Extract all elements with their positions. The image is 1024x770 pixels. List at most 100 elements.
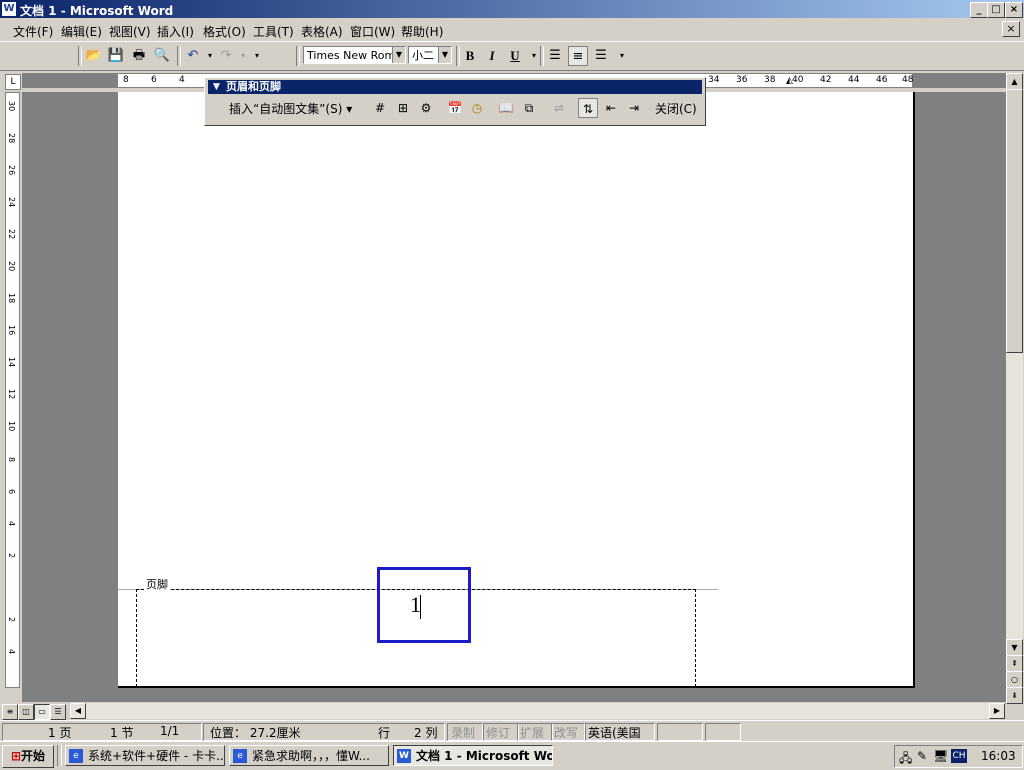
scroll-left-icon[interactable]: ◀ — [70, 703, 86, 719]
restore-button[interactable]: □ — [987, 2, 1005, 18]
vertical-scrollbar[interactable]: ▲ ▼ ⇞ ○ ⇟ — [1006, 73, 1023, 704]
ruler-tick-label: 42 — [820, 75, 832, 85]
outline-view-icon[interactable]: ☰ — [50, 704, 66, 720]
align-justify-icon[interactable]: ☰ — [545, 46, 565, 66]
same-as-previous-icon[interactable]: ⇌ — [549, 98, 569, 118]
ruler-tick-label: 28 — [7, 133, 16, 144]
ime-pen-icon[interactable]: ✎ — [917, 749, 927, 763]
right-indent-marker-icon[interactable]: ◭ — [786, 76, 793, 86]
taskbar-task-word[interactable]: W 文档 1 - Microsoft Word — [393, 745, 553, 766]
menu-tools[interactable]: 工具(T) — [253, 23, 294, 40]
window-title: 文档 1 - Microsoft Word — [20, 4, 174, 18]
header-footer-toolbar: ▼ 页眉和页脚 插入“自动图文集”(S) ▾ # ⊞ ⚙ 📅 ◷ 📖 ⧉ ⇌ ⇅… — [204, 77, 706, 126]
menu-view[interactable]: 视图(V) — [109, 23, 151, 40]
tab-selector-button[interactable]: L — [5, 74, 21, 90]
toolbar-grip[interactable] — [296, 46, 300, 66]
web-layout-view-icon[interactable]: ◫ — [18, 704, 34, 720]
ie-icon: e — [233, 749, 247, 763]
toolbar-caption[interactable]: ▼ 页眉和页脚 — [208, 80, 702, 94]
select-browse-object-icon[interactable]: ○ — [1006, 671, 1023, 688]
switch-header-footer-icon[interactable]: ⇅ — [578, 98, 598, 118]
ruler-tick-label: 20 — [7, 261, 16, 272]
next-page-icon[interactable]: ⇟ — [1006, 687, 1023, 704]
show-next-icon[interactable]: ⇥ — [624, 98, 644, 118]
font-size-combo[interactable]: 小二 ▼ — [408, 46, 452, 64]
scroll-thumb[interactable] — [1006, 89, 1023, 353]
status-trk[interactable]: 修订 — [486, 724, 510, 741]
status-page: 1 页 — [48, 726, 72, 740]
menu-help[interactable]: 帮助(H) — [401, 23, 443, 40]
page-setup-icon[interactable]: 📖 — [496, 98, 516, 118]
start-label: 开始 — [21, 749, 46, 763]
ruler-tick-label: 22 — [7, 229, 16, 240]
toolbar-separator — [540, 46, 544, 66]
taskbar-task-ie-2[interactable]: e 紧急求助啊，，，懂W... — [229, 745, 389, 766]
document-area[interactable]: 页脚 1 — [22, 92, 1006, 702]
page-number-frame[interactable] — [377, 567, 471, 643]
align-right-icon[interactable]: ☰ — [591, 46, 611, 66]
menu-insert[interactable]: 插入(I) — [157, 23, 194, 40]
insert-page-number-icon[interactable]: # — [370, 98, 390, 118]
align-center-icon[interactable]: ≡ — [568, 46, 588, 66]
open-folder-icon[interactable]: 📂 — [84, 46, 104, 66]
save-icon[interactable]: 💾 — [106, 46, 126, 66]
formatting-toolbar: 📂 💾 🖶 🔍 ↶ ▾ ↷ ▾ ▾ Times New Roman ▼ 小二 ▼… — [0, 41, 1024, 71]
scroll-up-icon[interactable]: ▲ — [1006, 73, 1023, 90]
normal-view-icon[interactable]: ≡ — [2, 704, 18, 720]
menu-edit[interactable]: 编辑(E) — [61, 23, 102, 40]
ruler-tick-label: 16 — [7, 325, 16, 336]
status-ext[interactable]: 扩展 — [520, 724, 544, 741]
insert-page-count-icon[interactable]: ⊞ — [393, 98, 413, 118]
status-rec[interactable]: 录制 — [451, 724, 475, 741]
menu-file[interactable]: 文件(F) — [13, 23, 53, 40]
ruler-tick-label: 26 — [7, 165, 16, 176]
taskbar-task-ie-1[interactable]: e 系统+软件+硬件 - 卡卡... — [65, 745, 225, 766]
insert-autotext-button[interactable]: 插入“自动图文集”(S) ▾ — [229, 100, 352, 117]
status-language[interactable]: 英语(美国 — [588, 724, 641, 741]
toolbar-options-icon[interactable]: ▾ — [612, 46, 632, 66]
insert-date-icon[interactable]: 📅 — [445, 98, 465, 118]
vertical-ruler[interactable]: 30 28 26 24 22 20 18 16 14 12 10 8 6 4 2… — [5, 92, 20, 688]
print-icon[interactable]: 🖶 — [129, 46, 149, 66]
scroll-down-icon[interactable]: ▼ — [1006, 639, 1023, 656]
horizontal-scrollbar[interactable]: ◀ ▶ — [70, 703, 1005, 719]
ruler-tick-label: 4 — [179, 75, 185, 85]
menu-format[interactable]: 格式(O) — [203, 23, 246, 40]
font-size-value: 小二 — [412, 49, 434, 62]
format-page-number-icon[interactable]: ⚙ — [416, 98, 436, 118]
network-icon[interactable]: 🖧 — [899, 749, 912, 770]
menu-window[interactable]: 窗口(W) — [350, 23, 395, 40]
show-hide-document-text-icon[interactable]: ⧉ — [519, 98, 539, 118]
close-button[interactable]: × — [1005, 2, 1023, 18]
underline-button[interactable]: U — [505, 46, 525, 66]
display-icon[interactable]: 🖥 — [933, 749, 948, 763]
ruler-tick-label: 44 — [848, 75, 860, 85]
minimize-button[interactable]: _ — [970, 2, 988, 18]
previous-page-icon[interactable]: ⇞ — [1006, 655, 1023, 672]
print-preview-icon[interactable]: 🔍 — [152, 46, 172, 66]
chevron-down-icon[interactable]: ▼ — [438, 47, 451, 63]
show-previous-icon[interactable]: ⇤ — [601, 98, 621, 118]
input-language-indicator[interactable]: CH — [951, 749, 967, 763]
start-button[interactable]: ⊞开始 — [2, 745, 54, 768]
print-layout-view-icon[interactable]: ▭ — [34, 704, 50, 720]
clock[interactable]: 16:03 — [981, 749, 1016, 763]
status-panel — [705, 723, 741, 741]
toolbar-options-icon[interactable]: ▾ — [247, 46, 267, 66]
taskbar-separator — [57, 745, 62, 766]
status-ovr[interactable]: 改写 — [554, 724, 578, 741]
toolbar-menu-icon[interactable]: ▼ — [213, 80, 220, 94]
menu-table[interactable]: 表格(A) — [301, 23, 343, 40]
ruler-tick-label: 38 — [764, 75, 776, 85]
chevron-down-icon[interactable]: ▼ — [392, 47, 405, 63]
italic-button[interactable]: I — [482, 46, 502, 66]
scroll-right-icon[interactable]: ▶ — [989, 703, 1005, 719]
bold-button[interactable]: B — [460, 46, 480, 66]
insert-time-icon[interactable]: ◷ — [467, 98, 487, 118]
toolbar-grip[interactable] — [78, 46, 82, 66]
font-name-combo[interactable]: Times New Roman ▼ — [303, 46, 406, 64]
close-header-footer-button[interactable]: 关闭(C) — [655, 100, 697, 117]
word-app-icon[interactable]: W — [2, 2, 16, 16]
taskbar: ⊞开始 e 系统+软件+硬件 - 卡卡... e 紧急求助啊，，，懂W... W… — [0, 741, 1024, 769]
document-close-button[interactable]: × — [1002, 21, 1020, 37]
